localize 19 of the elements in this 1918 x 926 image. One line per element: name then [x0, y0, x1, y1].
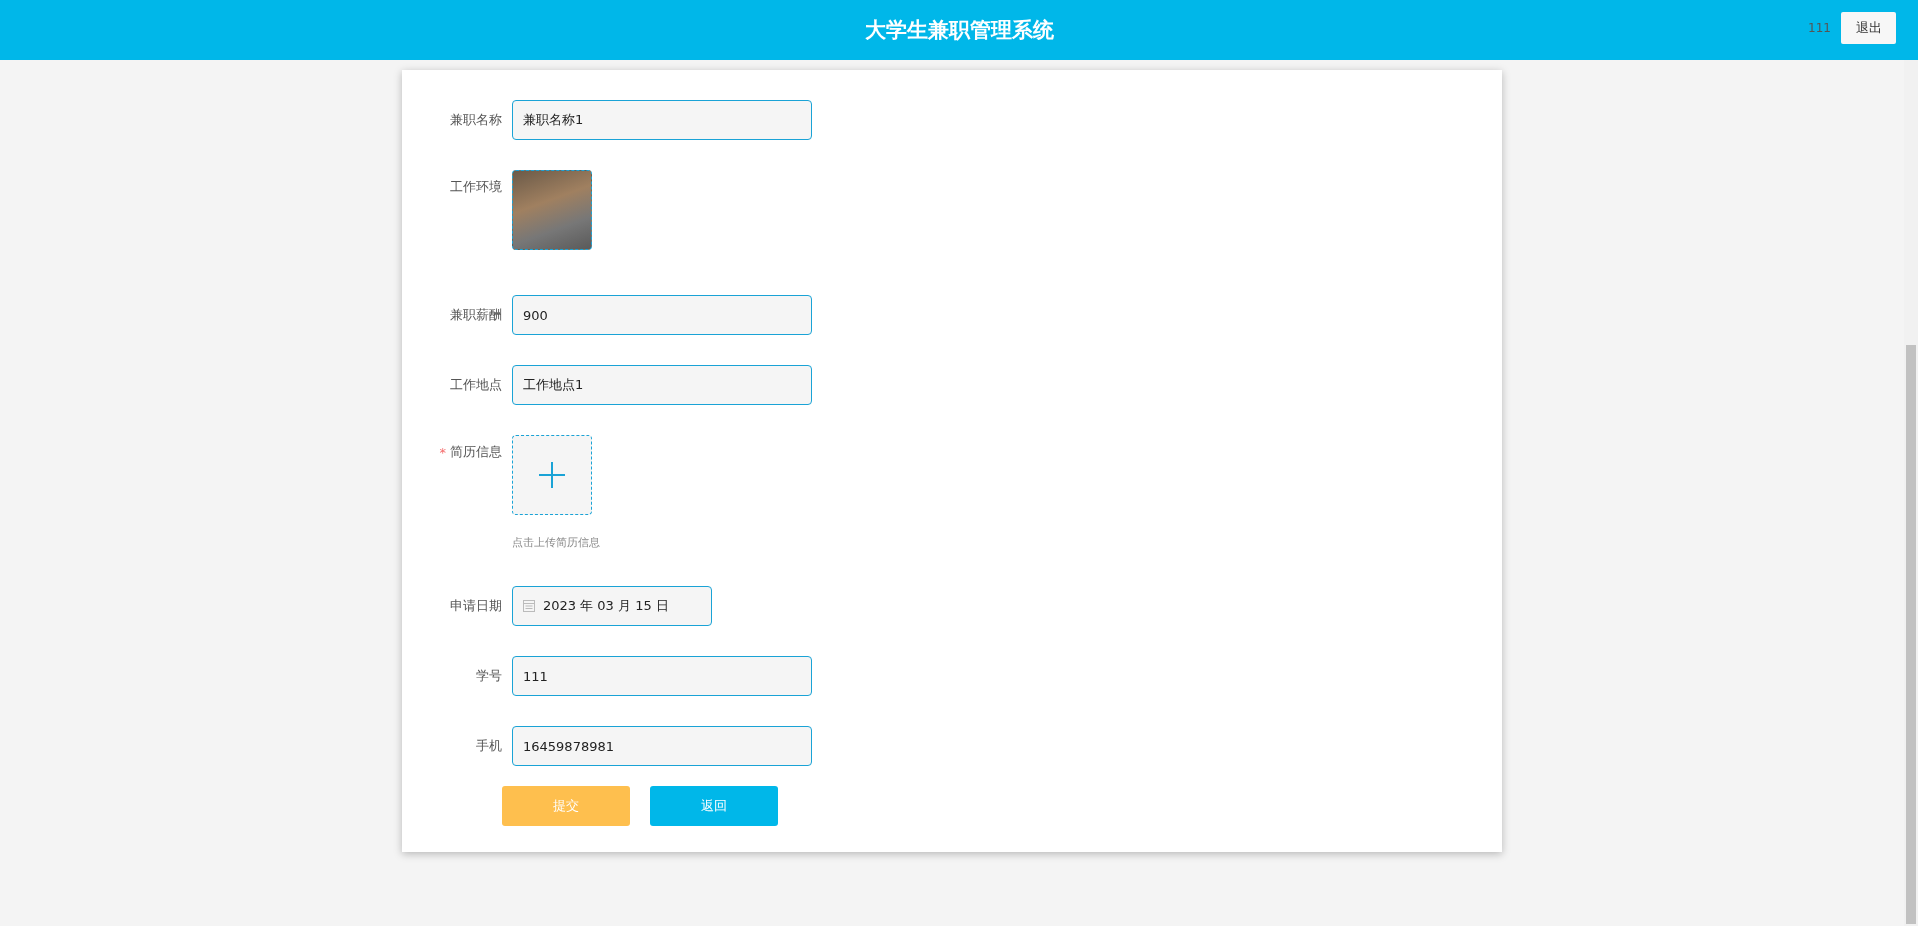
text-field[interactable]: 900: [512, 295, 812, 335]
field-label: 学号: [476, 667, 502, 685]
text-field[interactable]: 111: [512, 656, 812, 696]
text-field[interactable]: 工作地点1: [512, 365, 812, 405]
field-label: 申请日期: [450, 597, 502, 615]
field-label: 工作地点: [450, 376, 502, 394]
field-label: 工作环境: [450, 178, 502, 196]
text-field[interactable]: 兼职名称1: [512, 100, 812, 140]
required-asterisk: *: [439, 444, 446, 460]
field-label: 兼职名称: [450, 111, 502, 129]
field-label: 简历信息: [450, 443, 502, 461]
text-field[interactable]: 16459878981: [512, 726, 812, 766]
username: 111: [1808, 21, 1831, 35]
upload-hint: 点击上传简历信息: [512, 535, 600, 550]
date-field[interactable]: 2023 年 03 月 15 日: [512, 586, 712, 626]
field-label: 兼职薪酬: [450, 306, 502, 324]
field-label: 手机: [476, 737, 502, 755]
logout-button[interactable]: 退出: [1841, 12, 1896, 44]
app-title: 大学生兼职管理系统: [864, 17, 1054, 44]
